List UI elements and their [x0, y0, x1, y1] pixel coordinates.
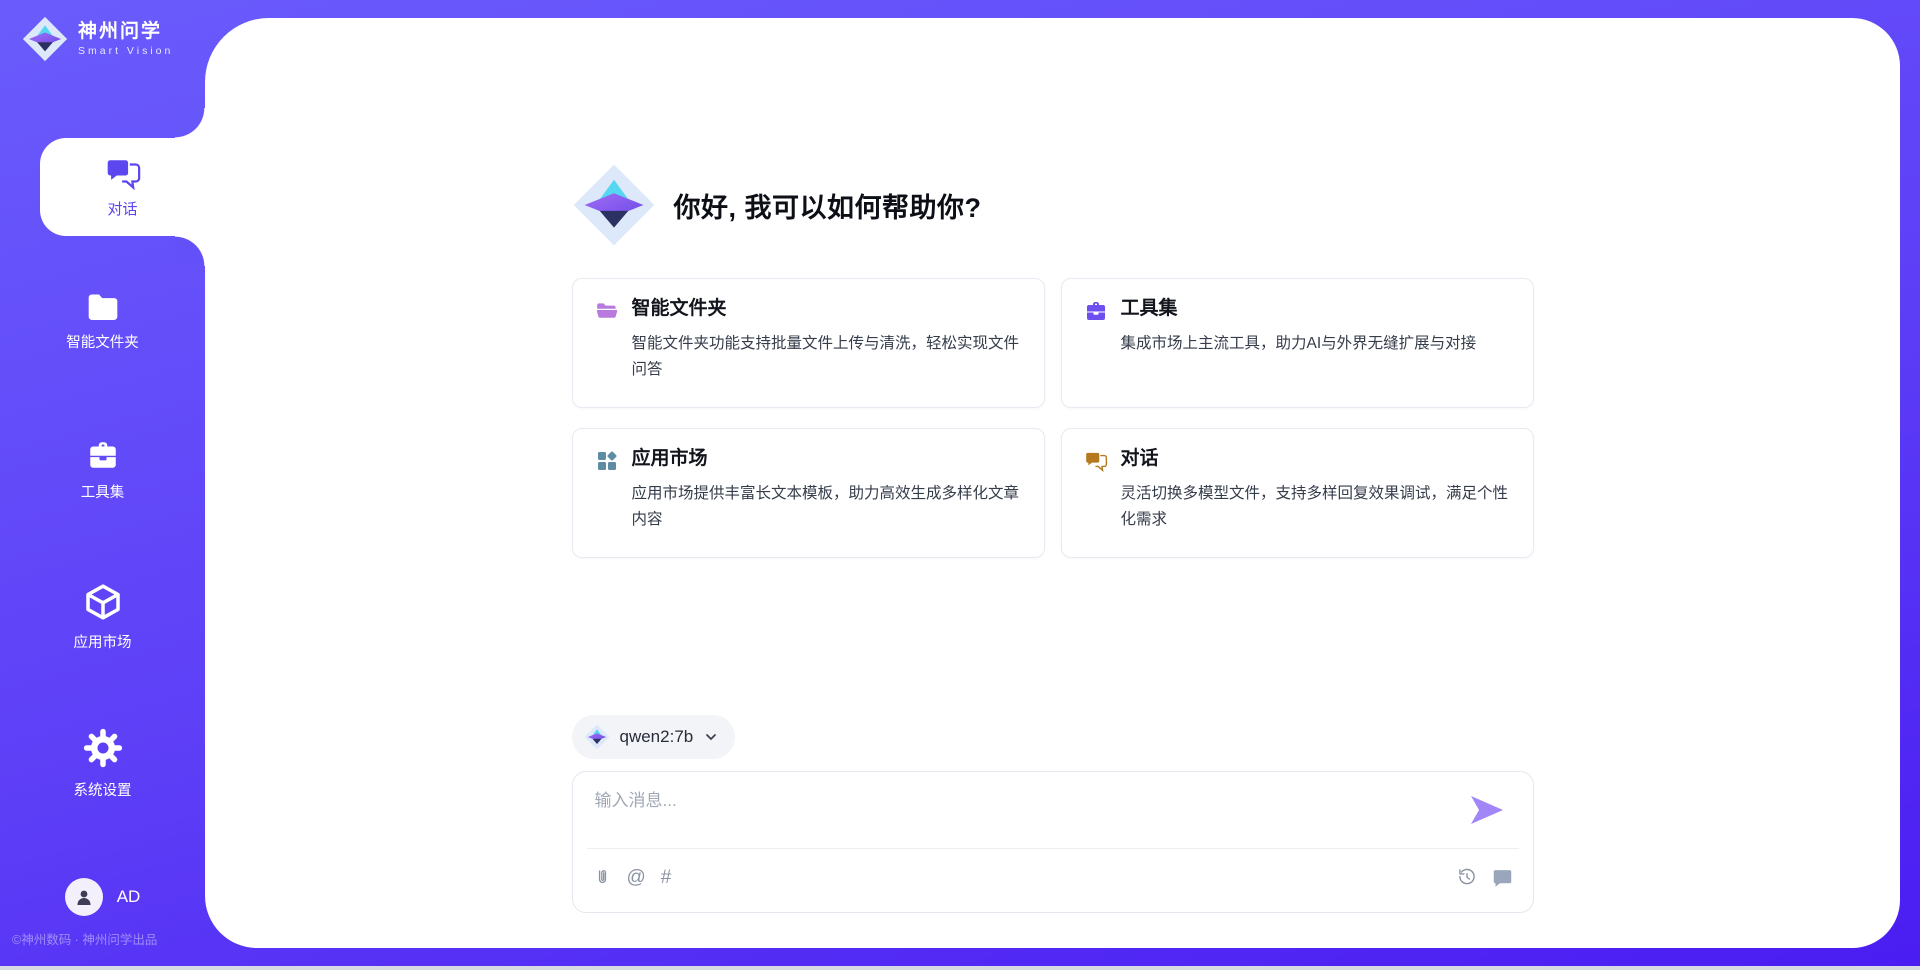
mention-button[interactable]: @ [627, 868, 646, 887]
history-button[interactable] [1457, 867, 1477, 887]
sidebar-item-chat[interactable]: 对话 [40, 138, 205, 236]
tab-curve-bottom [175, 236, 205, 266]
message-input[interactable] [595, 786, 1415, 838]
sidebar-item-label: 系统设置 [74, 779, 132, 800]
cube-icon [83, 582, 123, 622]
card-desc: 智能文件夹功能支持批量文件上传与清洗，轻松实现文件问答 [632, 331, 1022, 384]
chevron-down-icon [703, 729, 719, 745]
greeting-title: 你好, 我可以如何帮助你? [674, 186, 982, 225]
message-composer: @ # [572, 771, 1534, 913]
chat-square-icon [1492, 867, 1513, 888]
sidebar-item-label: 智能文件夹 [66, 331, 139, 352]
app-subtitle: Smart Vision [78, 45, 173, 57]
card-chat[interactable]: 对话 灵活切换多模型文件，支持多样回复效果调试，满足个性化需求 [1061, 428, 1534, 558]
copyright-footer: ©神州数码 · 神州问学出品 [12, 929, 207, 948]
tab-curve-top [175, 108, 205, 138]
open-folder-icon [595, 299, 619, 323]
card-title: 智能文件夹 [632, 296, 1022, 322]
app-logo: 神州问学 Smart Vision [22, 16, 173, 62]
sidebar-item-smart-folder[interactable]: 智能文件夹 [0, 292, 205, 372]
app-name: 神州问学 [78, 21, 173, 44]
user-account[interactable]: AD [0, 878, 205, 916]
sidebar-item-toolset[interactable]: 工具集 [0, 438, 205, 518]
sidebar: 神州问学 Smart Vision 对话 智能文件夹 工具集 应用市场 [0, 0, 205, 970]
card-desc: 应用市场提供丰富长文本模板，助力高效生成多样化文章内容 [632, 481, 1022, 534]
card-title: 对话 [1121, 446, 1511, 472]
sidebar-item-label: 工具集 [81, 481, 125, 502]
feedback-button[interactable] [1492, 867, 1513, 888]
chat-bubbles-icon [104, 156, 142, 190]
briefcase-icon [85, 438, 121, 472]
sidebar-item-label: 对话 [107, 198, 137, 219]
paperclip-icon [593, 867, 612, 888]
sidebar-item-label: 应用市场 [74, 631, 132, 652]
feature-cards: 智能文件夹 智能文件夹功能支持批量文件上传与清洗，轻松实现文件问答 工具集 集成… [572, 278, 1534, 558]
user-icon [72, 885, 96, 909]
app-grid-icon [595, 449, 619, 473]
attach-button[interactable] [593, 867, 612, 888]
briefcase-icon [1084, 299, 1108, 323]
avatar [65, 878, 103, 916]
card-smart-folder[interactable]: 智能文件夹 智能文件夹功能支持批量文件上传与清洗，轻松实现文件问答 [572, 278, 1045, 408]
gear-icon [81, 726, 125, 770]
send-icon [1469, 794, 1505, 826]
brand-diamond-icon [22, 16, 68, 62]
model-selector[interactable]: qwen2:7b [572, 715, 736, 759]
card-toolset[interactable]: 工具集 集成市场上主流工具，助力AI与外界无缝扩展与对接 [1061, 278, 1534, 408]
card-desc: 集成市场上主流工具，助力AI与外界无缝扩展与对接 [1121, 331, 1477, 357]
topic-button[interactable]: # [661, 868, 672, 887]
folder-icon [86, 292, 120, 322]
history-icon [1457, 867, 1477, 887]
main-panel: 你好, 我可以如何帮助你? 智能文件夹 智能文件夹功能支持批量文件上传与清洗，轻… [205, 18, 1900, 948]
card-title: 应用市场 [632, 446, 1022, 472]
user-name: AD [117, 887, 141, 907]
greeting-block: 你好, 我可以如何帮助你? [572, 163, 1534, 247]
card-desc: 灵活切换多模型文件，支持多样回复效果调试，满足个性化需求 [1121, 481, 1511, 534]
brand-diamond-icon [572, 163, 656, 247]
sidebar-item-app-market[interactable]: 应用市场 [0, 582, 205, 662]
chat-bubbles-icon [1084, 449, 1108, 473]
model-name: qwen2:7b [620, 727, 694, 747]
brand-diamond-icon [584, 724, 610, 750]
window-bottom-edge [0, 966, 1920, 970]
send-button[interactable] [1469, 794, 1505, 826]
sidebar-item-settings[interactable]: 系统设置 [0, 726, 205, 806]
composer-divider [587, 848, 1519, 849]
card-title: 工具集 [1121, 296, 1477, 322]
card-app-market[interactable]: 应用市场 应用市场提供丰富长文本模板，助力高效生成多样化文章内容 [572, 428, 1045, 558]
